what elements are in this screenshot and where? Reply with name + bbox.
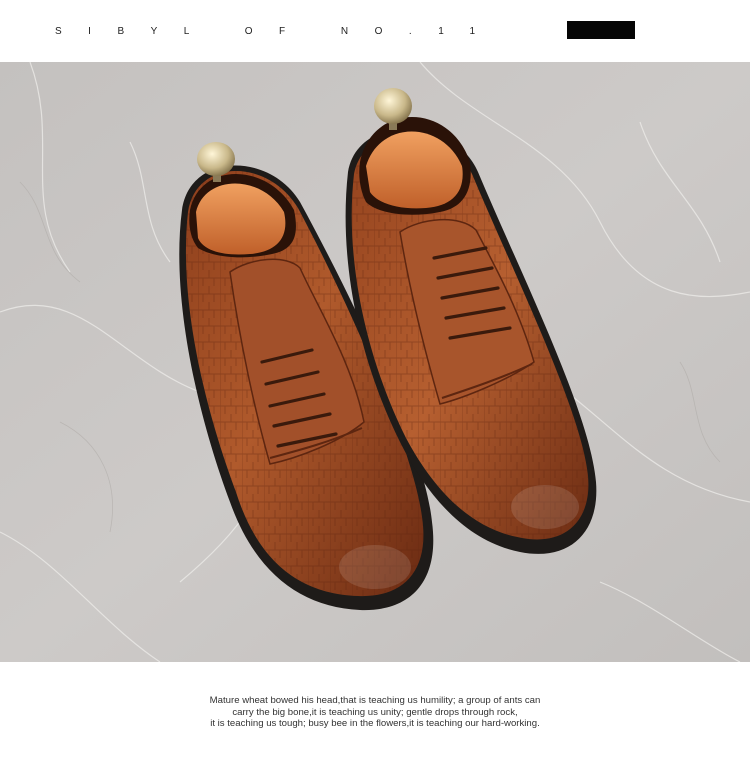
caption-line-3: it is teaching us tough; busy bee in the… (210, 718, 540, 729)
brand-title: SIBYL OF NO.11 (55, 26, 502, 37)
header-black-bar (567, 21, 635, 39)
product-photo (0, 62, 750, 662)
caption: Mature wheat bowed his head,that is teac… (0, 695, 750, 730)
caption-line-2: carry the big bone,it is teaching us uni… (232, 706, 518, 718)
caption-line-1: Mature wheat bowed his head,that is teac… (209, 695, 541, 706)
page-header: SIBYL OF NO.11 (0, 0, 750, 62)
